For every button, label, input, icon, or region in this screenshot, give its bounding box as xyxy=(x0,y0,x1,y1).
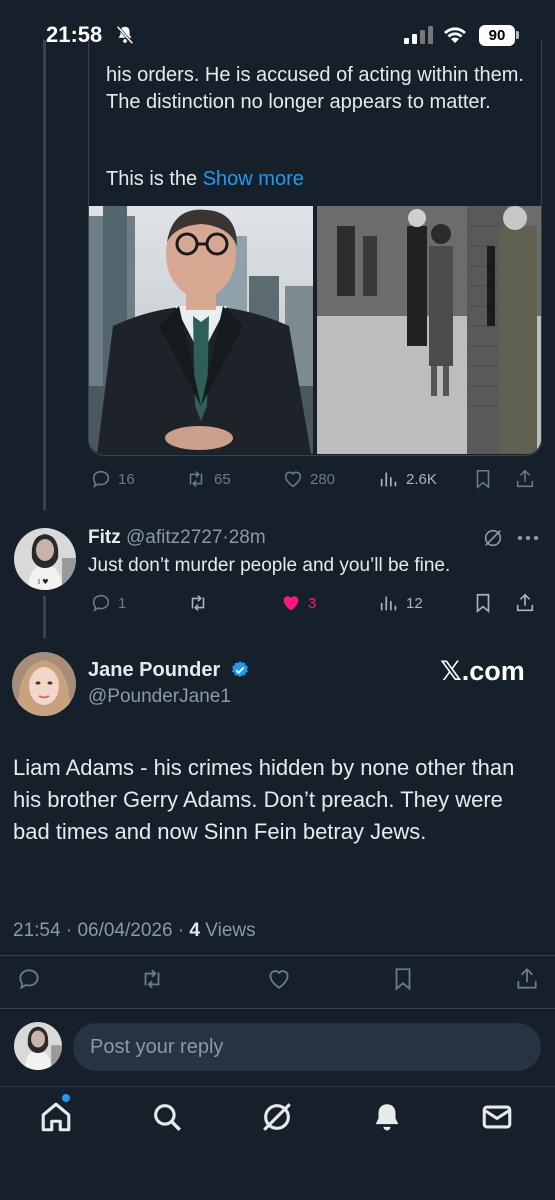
reply-like-count: 3 xyxy=(308,594,317,612)
reply-views-button[interactable]: 12 xyxy=(378,592,423,614)
reply-author-handle[interactable]: @afitz2727 xyxy=(126,527,222,548)
reply-reply-count: 1 xyxy=(118,594,127,612)
reply-header: Fitz @afitz2727·28m xyxy=(88,527,266,549)
more-options-icon[interactable] xyxy=(516,534,540,542)
grok-icon[interactable] xyxy=(260,1100,294,1134)
repost-icon xyxy=(189,471,203,487)
reply-input[interactable]: Post your reply xyxy=(73,1023,541,1071)
battery-tip xyxy=(516,31,519,39)
reply-text: Just don’t murder people and you’ll be f… xyxy=(88,555,451,576)
notification-dot xyxy=(62,1094,70,1102)
svg-text:I ♥: I ♥ xyxy=(38,578,49,586)
analytics-icon xyxy=(380,472,397,487)
quote-repost-count: 65 xyxy=(214,470,231,488)
reply-icon[interactable] xyxy=(16,966,42,992)
repost-icon[interactable] xyxy=(138,966,166,992)
reply-icon xyxy=(92,594,110,612)
teaser-text: This is the xyxy=(106,168,198,190)
avatar[interactable] xyxy=(12,652,76,716)
quote-views-button[interactable]: 2.6K xyxy=(378,468,437,490)
avatar[interactable] xyxy=(14,1022,62,1070)
reply-time: 28m xyxy=(228,527,266,548)
portrait-image xyxy=(89,206,313,454)
reply-repost-button[interactable] xyxy=(186,592,210,614)
grok-icon[interactable] xyxy=(482,527,504,549)
heart-icon xyxy=(284,471,302,488)
quote-views-count: 2.6K xyxy=(406,470,437,488)
meta-separator: · xyxy=(177,920,185,941)
home-icon[interactable] xyxy=(38,1100,74,1134)
share-icon[interactable] xyxy=(514,592,536,614)
tweet-time: 21:54 xyxy=(13,920,61,941)
quote-reply-button[interactable]: 16 xyxy=(90,468,135,490)
tweet-text: Liam Adams - his crimes hidden by none o… xyxy=(13,755,515,844)
reply-reply-button[interactable]: 1 xyxy=(90,592,126,614)
divider xyxy=(0,955,555,956)
divider xyxy=(0,1008,555,1009)
reply-author-name[interactable]: Fitz xyxy=(88,527,121,548)
avatar[interactable]: I ♥ xyxy=(14,528,76,590)
heart-icon[interactable] xyxy=(266,966,292,992)
search-icon[interactable] xyxy=(150,1100,184,1134)
share-icon[interactable] xyxy=(514,966,540,992)
author-name[interactable]: Jane Pounder xyxy=(88,659,220,682)
share-icon[interactable] xyxy=(514,468,536,490)
analytics-icon xyxy=(380,596,397,611)
reply-like-button[interactable]: 3 xyxy=(280,592,316,614)
tweet-date: 06/04/2026 xyxy=(77,920,173,941)
reply-icon xyxy=(92,470,110,488)
bookmark-icon[interactable] xyxy=(472,468,494,490)
quote-repost-button[interactable]: 65 xyxy=(184,468,231,490)
show-more-link[interactable]: Show more xyxy=(203,168,304,190)
quoted-tweet-text: his orders. He is accused of acting with… xyxy=(106,64,524,113)
heart-filled-icon xyxy=(283,596,299,611)
tweet-image-portrait[interactable] xyxy=(89,206,313,454)
verified-badge-icon xyxy=(232,661,248,677)
tweet-metadata: 21:54 · 06/04/2026 · 4 Views xyxy=(13,920,256,942)
meta-separator: · xyxy=(65,920,73,941)
quote-like-count: 280 xyxy=(310,470,336,488)
x-watermark: 𝕏.com xyxy=(440,656,525,686)
street-scene-image xyxy=(317,206,541,454)
jane-avatar-image xyxy=(12,652,76,716)
repost-icon xyxy=(191,595,205,611)
thread-line xyxy=(43,40,46,510)
views-label: Views xyxy=(205,920,256,941)
notifications-icon[interactable] xyxy=(370,1100,404,1134)
quote-reply-count: 16 xyxy=(118,470,135,488)
quote-like-button[interactable]: 280 xyxy=(282,468,335,490)
quoted-tweet-teaser: This is the Show more xyxy=(106,168,304,191)
thread-line-reply xyxy=(43,596,46,638)
reply-views-count: 12 xyxy=(406,594,423,612)
bookmark-icon[interactable] xyxy=(472,592,494,614)
author-handle[interactable]: @PounderJane1 xyxy=(88,686,231,708)
tweet-image-street-scene[interactable] xyxy=(317,206,541,454)
fitz-avatar-image: I ♥ xyxy=(14,528,76,590)
messages-icon[interactable] xyxy=(480,1100,514,1134)
my-avatar-image xyxy=(14,1022,62,1070)
views-count: 4 xyxy=(189,920,200,941)
bookmark-icon[interactable] xyxy=(390,966,416,992)
